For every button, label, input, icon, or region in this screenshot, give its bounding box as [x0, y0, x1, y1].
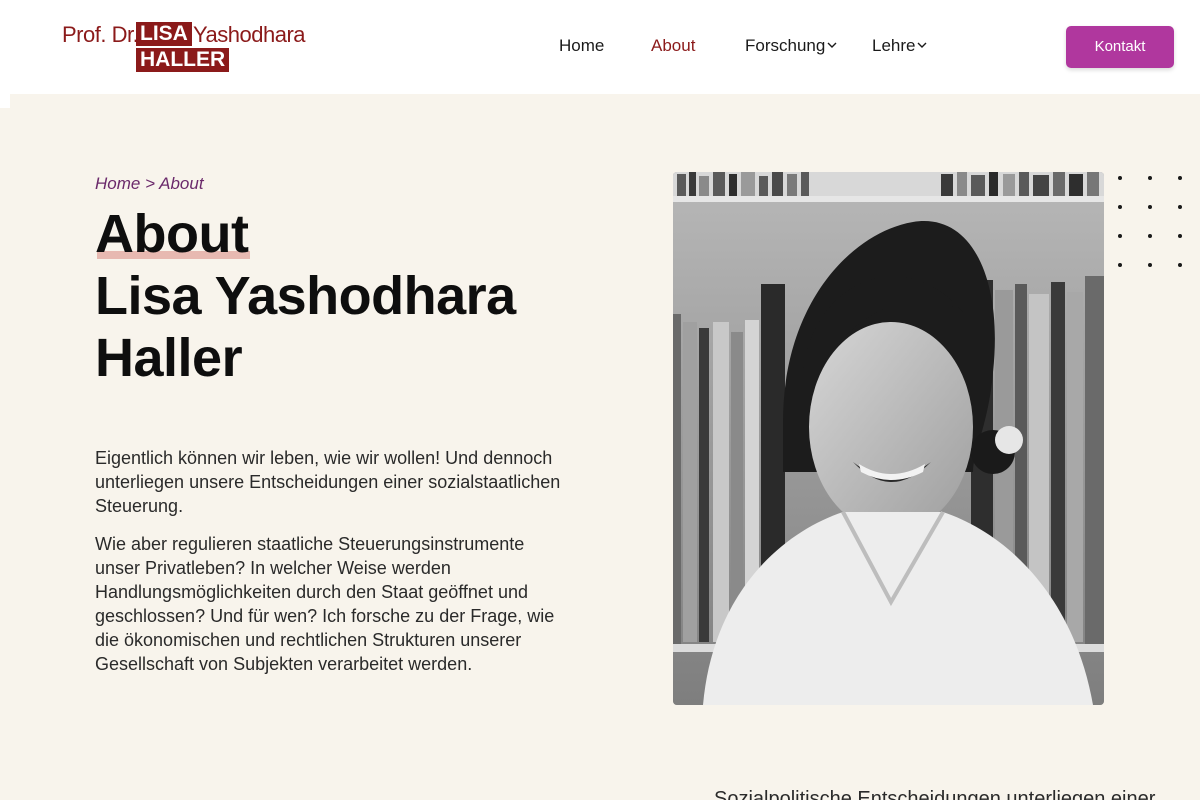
- nav-forschung-label: Forschung: [745, 36, 826, 55]
- page-title-line1: About: [95, 204, 251, 264]
- nav-forschung[interactable]: Forschung: [745, 36, 837, 56]
- page-title-line3: Haller: [95, 328, 243, 388]
- page-title: About Lisa Yashodhara Haller: [95, 203, 516, 389]
- research-paragraph: Wie aber regulieren staatliche Steuerung…: [95, 534, 555, 674]
- nav-about-label: About: [651, 36, 696, 55]
- decorative-dot-grid: [1118, 176, 1182, 267]
- contact-button[interactable]: Kontakt: [1066, 26, 1174, 68]
- main-nav: Home About Forschung Lehre: [0, 36, 1200, 60]
- breadcrumb-home[interactable]: Home: [95, 174, 140, 193]
- portrait-photo: [673, 172, 1104, 705]
- chevron-down-icon: [917, 42, 927, 48]
- nav-home-label: Home: [559, 36, 605, 55]
- intro-paragraph: Eigentlich können wir leben, wie wir wol…: [95, 448, 561, 516]
- breadcrumb-current: About: [159, 174, 204, 193]
- breadcrumb: Home > About: [95, 174, 204, 194]
- page-title-line2: Lisa Yashodhara: [95, 266, 516, 326]
- next-section-text: Sozialpolitische Entscheidungen unterlie…: [714, 788, 1156, 800]
- header-notch: [0, 94, 10, 108]
- breadcrumb-separator: >: [145, 174, 156, 193]
- chevron-down-icon: [827, 42, 837, 48]
- nav-lehre-label: Lehre: [872, 36, 916, 55]
- portrait-illustration: [673, 172, 1104, 705]
- nav-lehre[interactable]: Lehre: [872, 36, 927, 56]
- nav-about[interactable]: About: [651, 36, 695, 56]
- nav-home[interactable]: Home: [559, 36, 604, 56]
